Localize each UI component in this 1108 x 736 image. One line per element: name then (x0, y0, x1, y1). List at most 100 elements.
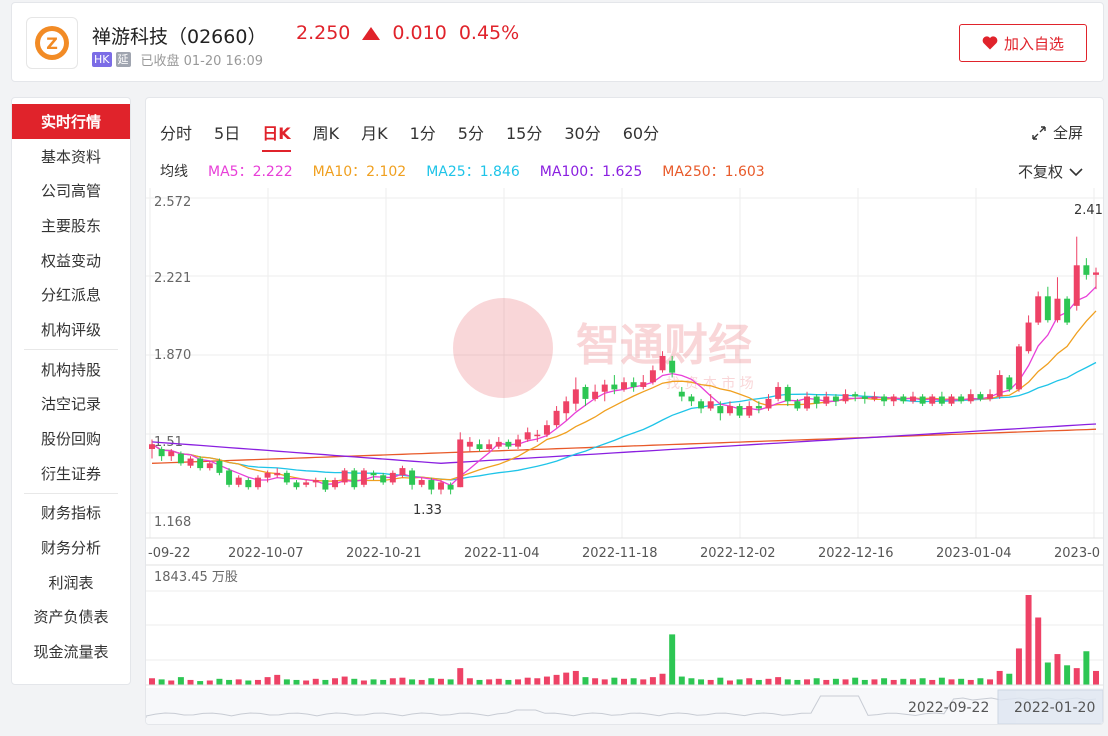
sidebar-item[interactable]: 沽空记录 (12, 387, 130, 422)
candle-body (900, 396, 907, 402)
sidebar-item[interactable]: 分红派息 (12, 277, 130, 312)
sidebar-item[interactable]: 现金流量表 (12, 634, 130, 669)
candle-body (1035, 296, 1042, 323)
candle-body (813, 396, 820, 404)
volume-bar (332, 678, 339, 685)
tab-period[interactable]: 日K (262, 120, 291, 152)
volume-bar (187, 679, 194, 685)
candle-body (486, 444, 493, 450)
sidebar-item[interactable]: 财务分析 (12, 530, 130, 565)
candle-body (669, 360, 676, 373)
sidebar-item[interactable]: 利润表 (12, 565, 130, 600)
candle-body (235, 477, 242, 485)
volume-bar (428, 678, 435, 685)
volume-bar (486, 679, 493, 685)
sidebar-item[interactable]: 主要股东 (12, 208, 130, 243)
sidebar-item[interactable]: 机构持股 (12, 352, 130, 387)
tab-period[interactable]: 5分 (458, 120, 484, 152)
volume-bar (1025, 595, 1032, 685)
candle-body (919, 396, 926, 404)
tab-period[interactable]: 60分 (623, 120, 659, 152)
tab-period[interactable]: 分时 (160, 120, 192, 152)
volume-bar (938, 677, 945, 685)
candle-body (755, 406, 762, 409)
sidebar-item[interactable]: 机构评级 (12, 312, 130, 347)
sidebar-item[interactable]: 股份回购 (12, 421, 130, 456)
tab-period[interactable]: 30分 (564, 120, 600, 152)
candle-body (177, 453, 184, 464)
candle-body (534, 434, 541, 437)
volume-bar (630, 678, 637, 685)
volume-bar (274, 674, 281, 685)
tab-period[interactable]: 5日 (214, 120, 240, 152)
price-change-pct: 0.45% (458, 22, 520, 44)
adjust-dropdown[interactable]: 不复权 (1018, 161, 1083, 182)
y-tick-label: 2.221 (154, 271, 191, 286)
sidebar-item[interactable]: 财务指标 (12, 496, 130, 531)
candle-body (592, 391, 599, 399)
candle-body (264, 472, 271, 478)
sidebar-item[interactable]: 公司高管 (12, 173, 130, 208)
candle-body (649, 370, 656, 383)
volume-bar (1044, 662, 1051, 685)
y-tick-label: 1.870 (154, 348, 191, 363)
sidebar-divider (24, 348, 118, 350)
sidebar-item[interactable]: 实时行情 (12, 104, 130, 139)
volume-bar (1073, 668, 1080, 685)
candle-body (312, 480, 319, 483)
volume-bar (505, 679, 512, 685)
volume-bar (765, 678, 772, 685)
price-change: 0.010 (392, 22, 447, 44)
candle-body (274, 472, 281, 476)
sidebar-item[interactable]: 衍生证券 (12, 456, 130, 491)
volume-bar (1035, 617, 1042, 685)
sidebar-item[interactable]: 资产负债表 (12, 600, 130, 635)
tab-period[interactable]: 周K (313, 120, 340, 152)
volume-bar (495, 678, 502, 685)
volume-bar (177, 677, 184, 685)
add-watchlist-button[interactable]: 加入自选 (959, 24, 1087, 62)
x-tick-label: 2023-0 (1054, 546, 1100, 561)
x-tick-label: -09-22 (148, 546, 190, 561)
volume-bar (592, 678, 599, 685)
volume-bar (755, 679, 762, 685)
volume-bar (1054, 654, 1061, 685)
volume-bar (524, 677, 531, 685)
candle-body (967, 394, 974, 402)
tab-period[interactable]: 15分 (506, 120, 542, 152)
y-tick-label: 1.168 (154, 515, 191, 530)
volume-bar (216, 678, 223, 685)
volume-bar (794, 679, 801, 685)
volume-bar (967, 679, 974, 685)
sidebar-item[interactable]: 基本资料 (12, 139, 130, 174)
kline-chart[interactable]: 智通财经找 资 本 市 场2.5722.2211.8701.511.1682.4… (146, 188, 1104, 725)
candle-body (553, 410, 560, 426)
volume-bar (341, 676, 348, 685)
volume-bar (515, 679, 522, 685)
volume-bar (1093, 670, 1099, 685)
tab-period[interactable]: 月K (361, 120, 388, 152)
candle-body (621, 382, 627, 390)
sidebar-item[interactable]: 权益变动 (12, 243, 130, 278)
candle-body (322, 480, 329, 490)
expand-icon (1032, 125, 1046, 140)
candle-body (428, 480, 435, 490)
candle-body (640, 382, 647, 387)
candle-body (341, 470, 348, 483)
candle-body (1093, 272, 1099, 275)
volume-bar (929, 679, 936, 685)
candle-body (505, 441, 512, 447)
candle-body (466, 441, 473, 447)
tab-period[interactable]: 1分 (410, 120, 436, 152)
candle-body (804, 396, 811, 409)
fullscreen-button[interactable]: 全屏 (1031, 122, 1083, 143)
candle-body (890, 396, 897, 402)
volume-bar (909, 679, 916, 685)
volume-bar (264, 677, 271, 685)
candle-body (784, 386, 791, 402)
candle-body (495, 441, 502, 447)
volume-bar (688, 678, 695, 685)
candle-body (187, 458, 194, 466)
candle-body (987, 394, 994, 399)
volume-bar (746, 678, 753, 685)
